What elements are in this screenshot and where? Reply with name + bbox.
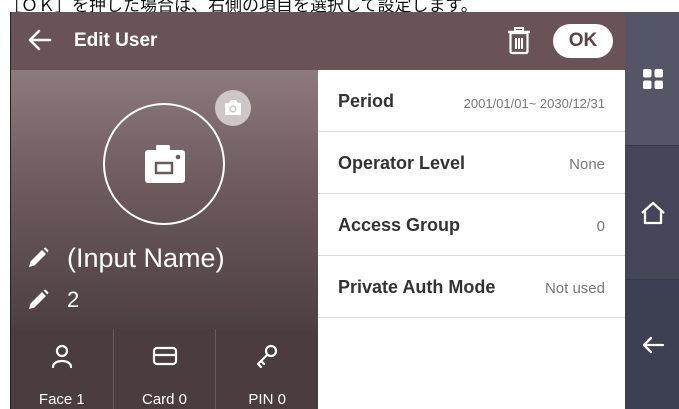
card-icon: [152, 346, 177, 366]
setting-private-auth-mode[interactable]: Private Auth Mode Not used: [318, 256, 625, 318]
user-name: (Input Name): [67, 242, 225, 273]
trash-icon: [508, 27, 530, 55]
back-button[interactable]: [25, 25, 55, 55]
profile-photo[interactable]: [103, 103, 225, 225]
apps-button[interactable]: [625, 12, 679, 145]
page-title: Edit User: [74, 30, 158, 51]
setting-period-label: Period: [338, 91, 395, 111]
auth-pin-label: PIN 0: [248, 391, 286, 408]
camera-icon: [145, 145, 185, 183]
user-id: 2: [67, 287, 80, 312]
auth-pin-button[interactable]: PIN 0: [216, 329, 318, 409]
user-id-row[interactable]: 2: [27, 285, 79, 315]
profile-panel: (Input Name) 2: [11, 70, 318, 329]
grid-icon: [642, 68, 663, 89]
side-back-button[interactable]: [625, 279, 679, 409]
setting-operator-level[interactable]: Operator Level None: [318, 132, 625, 194]
auth-face-button[interactable]: Face 1: [11, 329, 114, 409]
arrow-left-icon: [28, 29, 52, 51]
home-button[interactable]: [625, 145, 679, 279]
setting-private-auth-mode-value: Not used: [544, 280, 605, 297]
settings-list: Period 2001/01/01~ 2030/12/31 Operator L…: [318, 70, 625, 409]
delete-button[interactable]: [505, 26, 533, 56]
app-header: Edit User OK: [11, 12, 625, 70]
arrow-left-icon: [642, 336, 664, 353]
ok-button[interactable]: OK: [553, 24, 613, 58]
setting-access-group-value: 0: [596, 218, 605, 235]
top-caption: ［ＯＫ］を押した場合は、右側の項目を選択して設定します。: [4, 0, 478, 12]
setting-private-auth-mode-label: Private Auth Mode: [338, 277, 496, 297]
pencil-icon: [29, 289, 49, 309]
auth-face-label: Face 1: [38, 391, 85, 408]
key-icon: [257, 344, 278, 369]
camera-icon: [225, 100, 241, 115]
auth-card-label: Card 0: [141, 391, 188, 408]
setting-period-value: 2001/01/01~ 2030/12/31: [463, 96, 605, 111]
setting-operator-level-label: Operator Level: [338, 153, 466, 173]
take-photo-button[interactable]: [215, 90, 251, 126]
side-navigation: [625, 12, 679, 409]
face-icon: [51, 344, 72, 369]
pencil-icon: [29, 247, 49, 267]
setting-operator-level-value: None: [569, 156, 605, 173]
auth-card-button[interactable]: Card 0: [114, 329, 217, 409]
setting-access-group[interactable]: Access Group 0: [318, 194, 625, 256]
auth-credentials-bar: Face 1 Card 0 PIN 0: [11, 329, 318, 409]
device-screen: Edit User OK (Input Name) 2 Face 1 Card …: [10, 12, 679, 409]
top-caption-strip: ［ＯＫ］を押した場合は、右側の項目を選択して設定します。: [0, 0, 679, 12]
home-icon: [640, 201, 665, 224]
setting-access-group-label: Access Group: [338, 215, 461, 235]
name-row[interactable]: (Input Name): [27, 240, 225, 276]
setting-period[interactable]: Period 2001/01/01~ 2030/12/31: [318, 70, 625, 132]
